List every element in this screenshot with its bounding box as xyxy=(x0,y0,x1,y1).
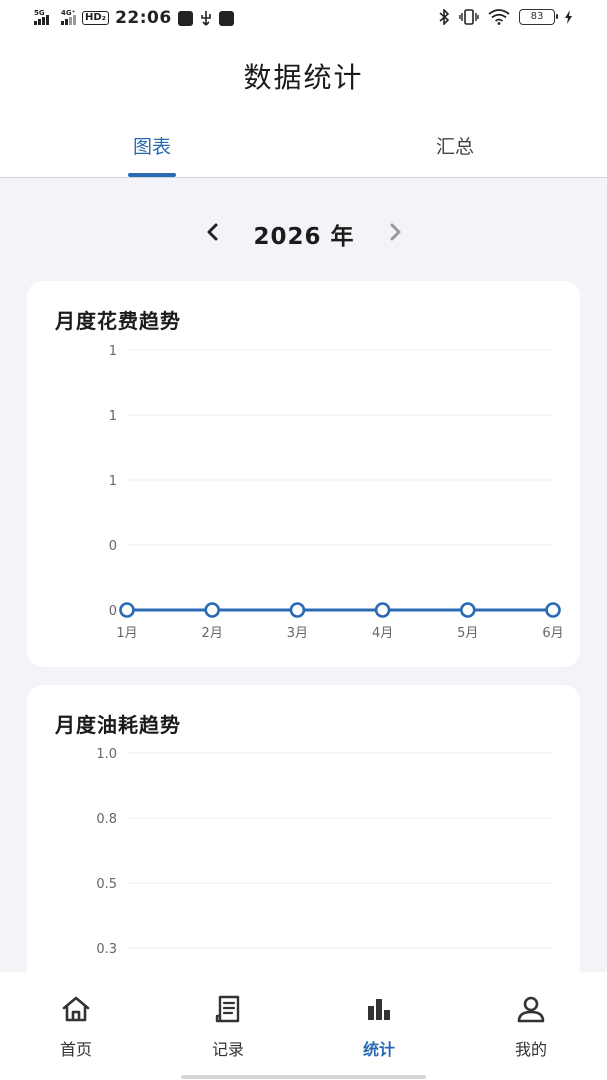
home-indicator xyxy=(181,1075,426,1079)
home-icon xyxy=(62,996,90,1022)
charging-icon xyxy=(565,10,572,24)
y-tick-label: 1.0 xyxy=(96,747,117,762)
x-tick-label: 3月 xyxy=(287,626,308,641)
x-tick-label: 5月 xyxy=(457,626,478,641)
data-point xyxy=(119,602,135,618)
y-tick-label: 1 xyxy=(109,474,117,489)
tab-active-indicator xyxy=(128,173,176,177)
y-tick-label: 0 xyxy=(109,539,117,554)
nav-stats[interactable]: 统计 xyxy=(324,994,434,1060)
bluetooth-icon xyxy=(439,9,450,25)
bar-chart-icon xyxy=(368,999,390,1020)
monthly-cost-chart: 1 1 1 0 0 1月 2月 3月 4月 5月 6月 xyxy=(109,344,564,641)
nav-home[interactable]: 首页 xyxy=(21,994,131,1060)
x-tick-label: 1月 xyxy=(116,626,137,641)
signal-icon: 5G xyxy=(34,9,49,25)
vibrate-icon xyxy=(459,9,479,25)
nav-mine[interactable]: 我的 xyxy=(476,994,586,1060)
signal-2-tag: 4G⁺ xyxy=(61,9,76,17)
hd-voice-icon: HD₂ xyxy=(82,11,110,25)
user-icon xyxy=(517,996,545,1023)
year-selector: 2026 年 xyxy=(0,210,607,254)
y-tick-label: 1 xyxy=(109,344,117,359)
data-point xyxy=(289,602,306,618)
bottom-nav: 首页 记录 统计 我的 xyxy=(0,972,607,1080)
monthly-fuel-chart: 1.0 0.8 0.5 0.3 xyxy=(96,747,553,957)
nav-home-label: 首页 xyxy=(59,1040,92,1059)
nav-mine-label: 我的 xyxy=(514,1040,547,1059)
battery-icon: 83 xyxy=(519,9,558,25)
year-label: 2026 年 xyxy=(253,224,355,250)
tab-summary[interactable]: 汇总 xyxy=(415,132,495,159)
x-tick-label: 2月 xyxy=(202,626,223,641)
y-tick-label: 0.8 xyxy=(96,812,117,827)
monthly-fuel-card: 月度油耗趋势 1.0 0.8 0.5 0.3 xyxy=(27,685,580,1015)
header-area: 5G 4G⁺ HD₂ 22:06 83 数据统计 图表 汇总 xyxy=(0,0,607,178)
signal-icon: 4G⁺ xyxy=(61,9,76,25)
usb-icon xyxy=(200,11,211,26)
status-time: 22:06 xyxy=(115,8,172,28)
tab-bar: 图表 汇总 xyxy=(0,118,607,178)
chevron-right-icon[interactable] xyxy=(380,216,412,248)
nav-records[interactable]: 记录 xyxy=(173,994,283,1060)
data-point xyxy=(459,602,476,618)
y-tick-label: 0.5 xyxy=(96,877,117,892)
data-point xyxy=(204,602,220,618)
page-title: 数据统计 xyxy=(243,61,364,94)
chevron-left-icon[interactable] xyxy=(196,216,228,248)
message-icon xyxy=(218,10,234,26)
signal-1-tag: 5G xyxy=(34,9,45,17)
nav-records-label: 记录 xyxy=(211,1040,244,1059)
monthly-cost-card: 月度花费趋势 1 1 1 0 0 1月 2月 3月 4月 5月 6月 xyxy=(27,281,580,667)
status-bar: 5G 4G⁺ HD₂ 22:06 83 xyxy=(0,0,607,38)
x-tick-label: 6月 xyxy=(542,626,563,641)
y-tick-label: 0 xyxy=(109,604,117,619)
receipt-icon xyxy=(215,995,240,1023)
data-point xyxy=(374,602,391,618)
vpn-icon xyxy=(177,10,193,26)
data-point xyxy=(545,602,561,618)
x-tick-label: 4月 xyxy=(372,626,393,641)
nav-stats-label: 统计 xyxy=(362,1040,395,1059)
wifi-icon xyxy=(488,9,510,25)
y-tick-label: 0.3 xyxy=(96,942,117,957)
y-tick-label: 1 xyxy=(109,409,117,424)
tab-chart[interactable]: 图表 xyxy=(112,132,192,159)
